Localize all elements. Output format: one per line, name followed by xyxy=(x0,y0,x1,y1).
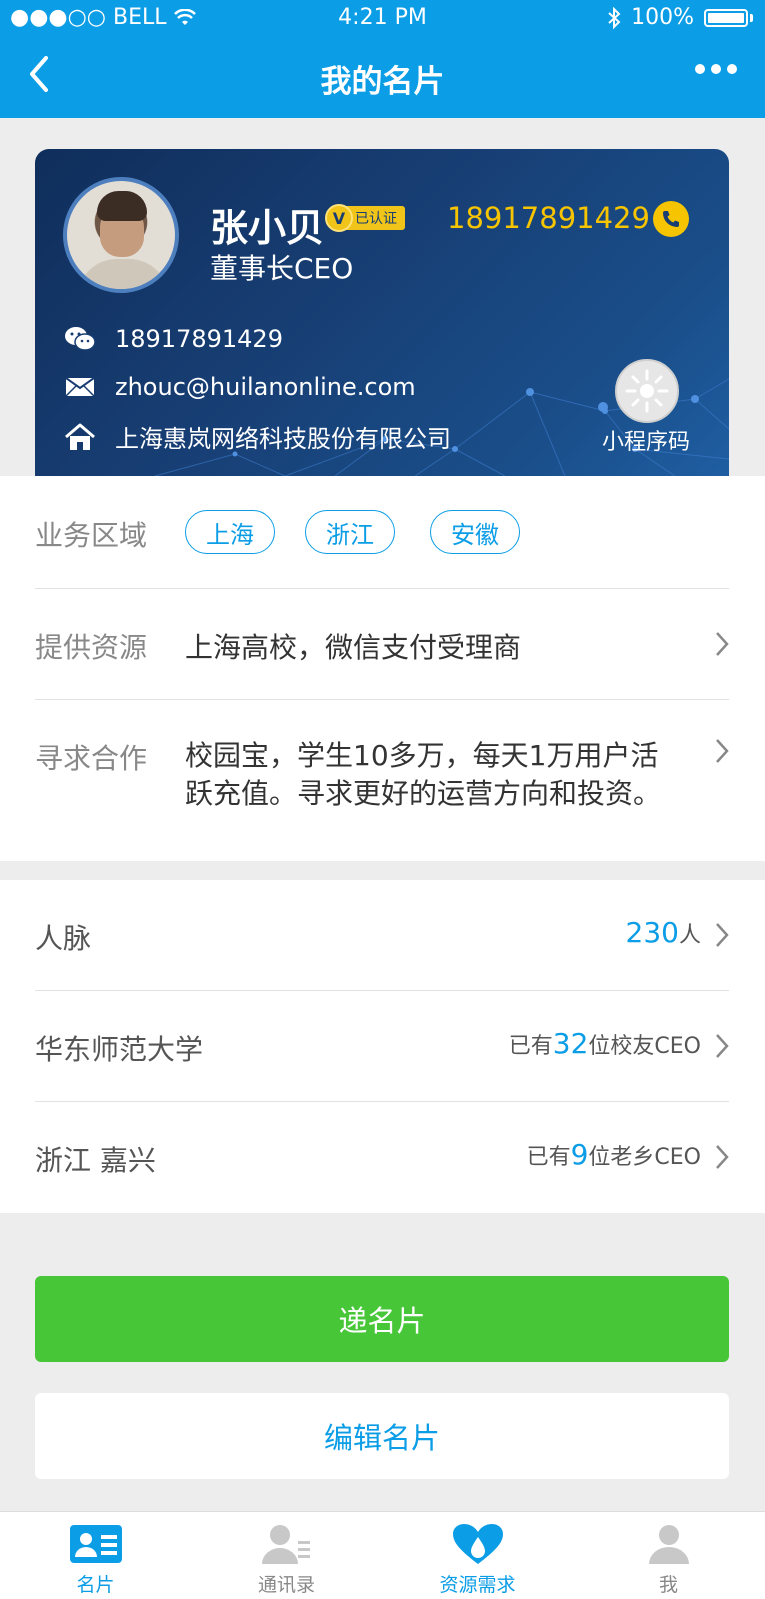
area-tag[interactable]: 安徽 xyxy=(430,510,520,554)
contacts-icon xyxy=(257,1522,317,1566)
chevron-right-icon xyxy=(716,632,729,656)
profile-icon xyxy=(639,1522,699,1566)
business-card: 张小贝 V 已认证 18917891429 董事长CEO 18917891429 xyxy=(35,149,729,476)
chevron-right-icon xyxy=(716,1034,729,1058)
provide-resources-value: 上海高校，微信支付受理商 xyxy=(185,631,522,664)
battery-icon xyxy=(704,8,748,27)
nav-bar: 我的名片 xyxy=(0,36,765,118)
verified-v-icon: V xyxy=(325,204,353,232)
school-row[interactable]: 华东师范大学 已有 32 位校友CEO xyxy=(35,991,729,1101)
chevron-right-icon xyxy=(716,739,729,763)
card-icon xyxy=(66,1522,126,1566)
edit-card-button[interactable]: 编辑名片 xyxy=(35,1393,729,1479)
business-area-label: 业务区域 xyxy=(35,519,148,552)
tab-me[interactable]: 我 xyxy=(573,1512,764,1599)
battery-percent: 100% xyxy=(631,5,694,30)
details-panel: 业务区域 上海 浙江 安徽 提供资源 上海高校，微信支付受理商 寻求合作 校园宝… xyxy=(0,476,765,861)
tab-contacts[interactable]: 通讯录 xyxy=(191,1512,382,1599)
hometown-label: 浙江 嘉兴 xyxy=(35,1144,156,1177)
fellow-count: 已有 9 位老乡CEO xyxy=(526,1138,701,1171)
card-position: 董事长CEO xyxy=(210,252,354,285)
mini-program-code-label: 小程序码 xyxy=(602,430,691,455)
tab-card[interactable]: 名片 xyxy=(0,1512,191,1599)
mail-icon xyxy=(63,372,97,402)
avatar xyxy=(63,177,179,293)
area-tag[interactable]: 上海 xyxy=(185,510,275,554)
seek-cooperation-label: 寻求合作 xyxy=(35,742,148,775)
provide-resources-label: 提供资源 xyxy=(35,631,148,664)
tab-bar: 名片 通讯录 资源需求 我 xyxy=(0,1511,765,1599)
chevron-right-icon xyxy=(716,1145,729,1169)
status-bar: ●●●○○ BELL 4:21 PM 100% xyxy=(0,0,765,36)
tab-resources[interactable]: 资源需求 xyxy=(382,1512,573,1599)
card-phone[interactable]: 18917891429 xyxy=(447,201,650,235)
mini-program-code-icon[interactable] xyxy=(615,359,679,423)
alumni-count: 已有 32 位校友CEO xyxy=(508,1027,701,1060)
email-row: zhouc@huilanonline.com xyxy=(63,372,416,402)
seek-cooperation-line-1: 校园宝，学生10多万，每天1万用户活 xyxy=(185,739,659,772)
heart-drop-icon xyxy=(448,1522,508,1566)
seek-cooperation-row[interactable]: 寻求合作 校园宝，学生10多万，每天1万用户活 跃充值。寻求更好的运营方向和投资… xyxy=(35,700,729,850)
seek-cooperation-line-2: 跃充值。寻求更好的运营方向和投资。 xyxy=(185,777,662,810)
card-name: 张小贝 xyxy=(210,206,325,250)
verified-badge: V 已认证 xyxy=(325,204,405,232)
wechat-icon xyxy=(63,324,97,354)
wechat-row: 18917891429 xyxy=(63,324,283,354)
contacts-row[interactable]: 人脉 230 人 xyxy=(35,880,729,990)
send-card-button[interactable]: 递名片 xyxy=(35,1276,729,1362)
phone-call-icon[interactable] xyxy=(653,201,689,237)
company-row: 上海惠岚网络科技股份有限公司 xyxy=(63,419,451,454)
school-label: 华东师范大学 xyxy=(35,1033,204,1066)
contacts-label: 人脉 xyxy=(35,922,92,955)
provide-resources-row[interactable]: 提供资源 上海高校，微信支付受理商 xyxy=(35,589,729,699)
chevron-right-icon xyxy=(716,923,729,947)
hometown-row[interactable]: 浙江 嘉兴 已有 9 位老乡CEO xyxy=(35,1102,729,1212)
contacts-count: 230 人 xyxy=(625,916,701,949)
network-panel: 人脉 230 人 华东师范大学 已有 32 位校友CEO 浙江 嘉兴 已有 9 … xyxy=(0,880,765,1213)
bluetooth-icon xyxy=(608,6,621,29)
home-icon xyxy=(63,422,97,452)
page-title: 我的名片 xyxy=(320,64,445,100)
area-tag[interactable]: 浙江 xyxy=(305,510,395,554)
business-area-row: 业务区域 上海 浙江 安徽 xyxy=(35,476,729,588)
more-icon[interactable] xyxy=(695,64,737,74)
